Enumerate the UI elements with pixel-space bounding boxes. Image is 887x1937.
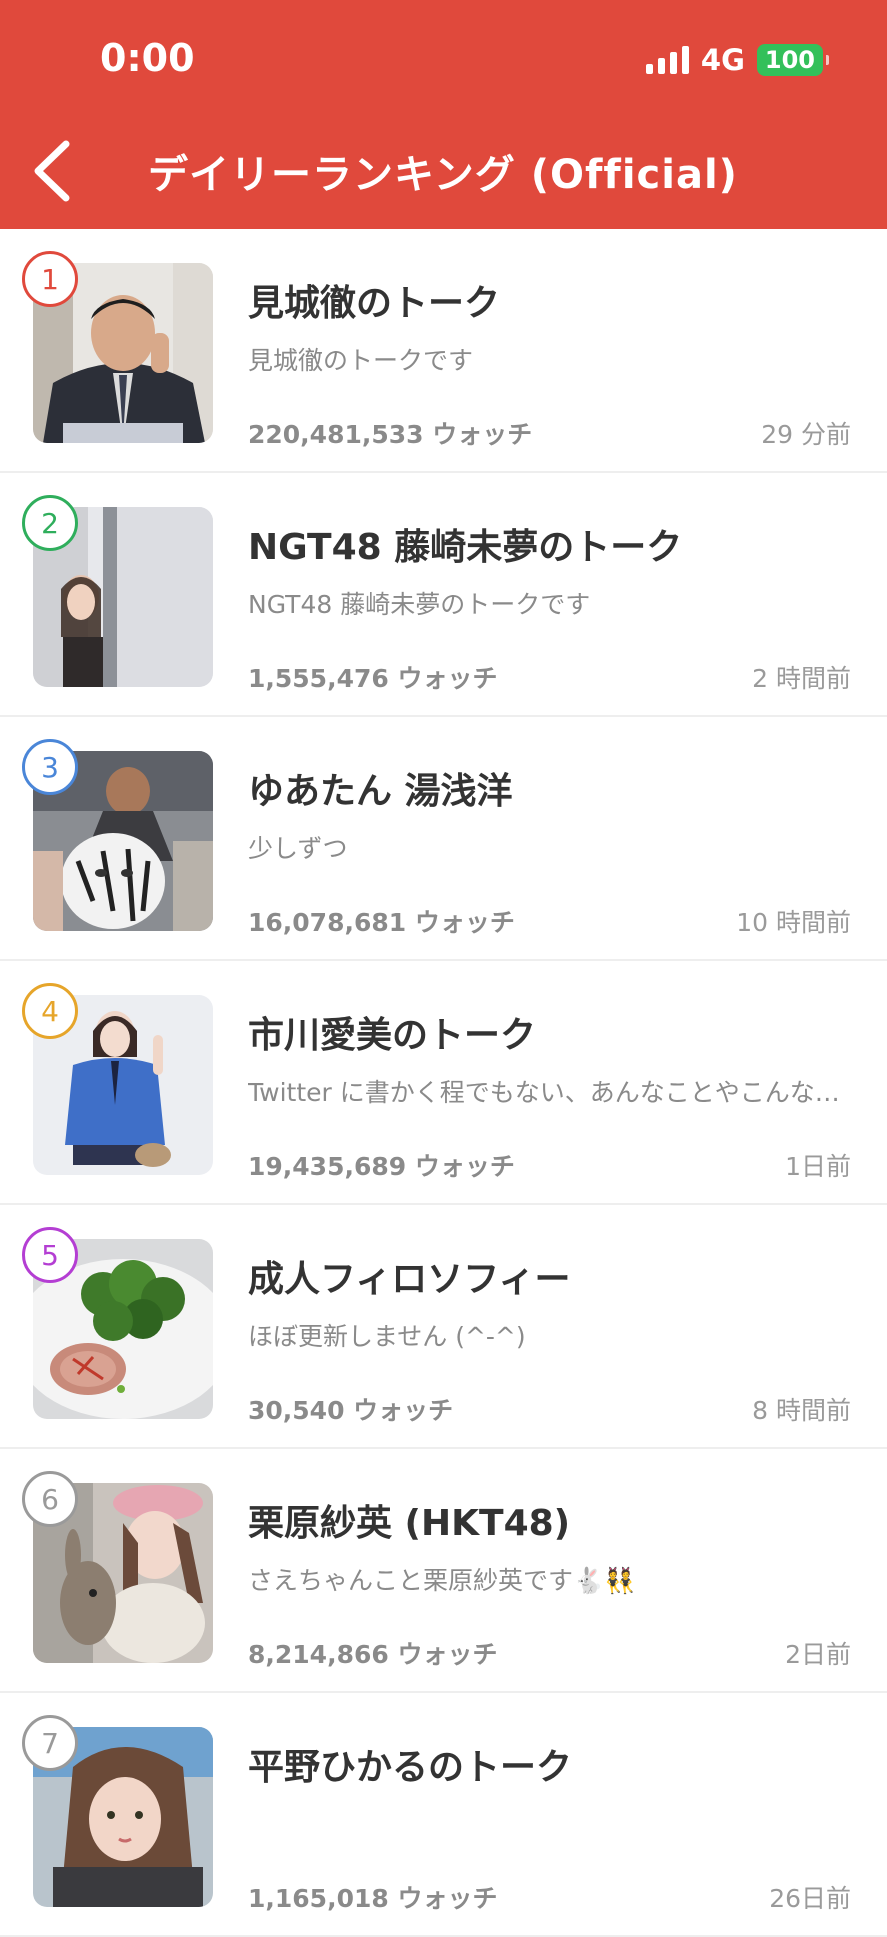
talk-description: NGT48 藤崎未夢のトークです <box>248 590 591 619</box>
watch-count: 1,165,018 ウォッチ <box>248 1884 498 1913</box>
talk-name: 平野ひかるのトーク <box>248 1747 573 1788</box>
app-header: 0:00 4G 100 デイリーランキング (Official) <box>0 0 887 229</box>
battery-icon: 100 <box>756 44 830 76</box>
talk-name: 市川愛美のトーク <box>248 1015 537 1056</box>
status-time: 0:00 <box>100 36 195 80</box>
rank-badge: 5 <box>22 1227 78 1283</box>
rank-badge: 4 <box>22 983 78 1039</box>
chevron-left-icon <box>34 140 70 202</box>
talk-description: ほぼ更新しません (^-^) <box>248 1322 526 1351</box>
ranking-row[interactable]: 4 市川愛美のトーク Twitter に書かく程でもない、あんなことやこんな… … <box>0 961 887 1205</box>
talk-name: ゆあたん 湯浅洋 <box>248 771 513 812</box>
talk-name: 見城徹のトーク <box>248 283 501 324</box>
talk-description: Twitter に書かく程でもない、あんなことやこんな… <box>248 1078 840 1107</box>
status-indicators: 4G 100 <box>645 42 830 78</box>
back-button[interactable] <box>28 138 78 204</box>
talk-description: 見城徹のトークです <box>248 346 474 375</box>
talk-description: さえちゃんこと栗原紗英です🐇👯 <box>248 1566 636 1595</box>
rank-badge: 3 <box>22 739 78 795</box>
updated-time: 2日前 <box>785 1640 851 1669</box>
ranking-row[interactable]: 5 成人フィロソフィー ほぼ更新しません (^-^) 30,540 ウォッチ 8… <box>0 1205 887 1449</box>
rank-badge: 6 <box>22 1471 78 1527</box>
network-type: 4G <box>700 43 745 77</box>
rank-badge: 2 <box>22 495 78 551</box>
watch-count: 30,540 ウォッチ <box>248 1396 454 1425</box>
talk-name: 栗原紗英 (HKT48) <box>248 1503 571 1544</box>
signal-strength-icon <box>645 46 689 74</box>
talk-description: 少しずつ <box>248 834 348 863</box>
updated-time: 2 時間前 <box>752 664 851 693</box>
watch-count: 16,078,681 ウォッチ <box>248 908 515 937</box>
updated-time: 26日前 <box>769 1884 851 1913</box>
ranking-row[interactable]: 1 見城徹のトーク 見城徹のトークです 220,481,533 ウォッチ 29 … <box>0 229 887 473</box>
talk-name: NGT48 藤崎未夢のトーク <box>248 527 683 568</box>
ranking-row[interactable]: 7 平野ひかるのトーク 1,165,018 ウォッチ 26日前 <box>0 1693 887 1937</box>
ranking-row[interactable]: 3 ゆあたん 湯浅洋 少しずつ 16,078,681 ウォッチ 10 時間前 <box>0 717 887 961</box>
watch-count: 220,481,533 ウォッチ <box>248 420 533 449</box>
rank-badge: 1 <box>22 251 78 307</box>
page-title: デイリーランキング (Official) <box>148 152 738 198</box>
updated-time: 10 時間前 <box>736 908 851 937</box>
ranking-list: 1 見城徹のトーク 見城徹のトークです 220,481,533 ウォッチ 29 … <box>0 229 887 1937</box>
updated-time: 29 分前 <box>761 420 851 449</box>
rank-badge: 7 <box>22 1715 78 1771</box>
watch-count: 19,435,689 ウォッチ <box>248 1152 515 1181</box>
watch-count: 8,214,866 ウォッチ <box>248 1640 498 1669</box>
ranking-row[interactable]: 6 栗原紗英 (HKT48) さえちゃんこと栗原紗英です🐇👯 8,214,866… <box>0 1449 887 1693</box>
updated-time: 8 時間前 <box>752 1396 851 1425</box>
ranking-row[interactable]: 2 NGT48 藤崎未夢のトーク NGT48 藤崎未夢のトークです 1,555,… <box>0 473 887 717</box>
talk-name: 成人フィロソフィー <box>248 1259 571 1300</box>
watch-count: 1,555,476 ウォッチ <box>248 664 498 693</box>
updated-time: 1日前 <box>785 1152 851 1181</box>
